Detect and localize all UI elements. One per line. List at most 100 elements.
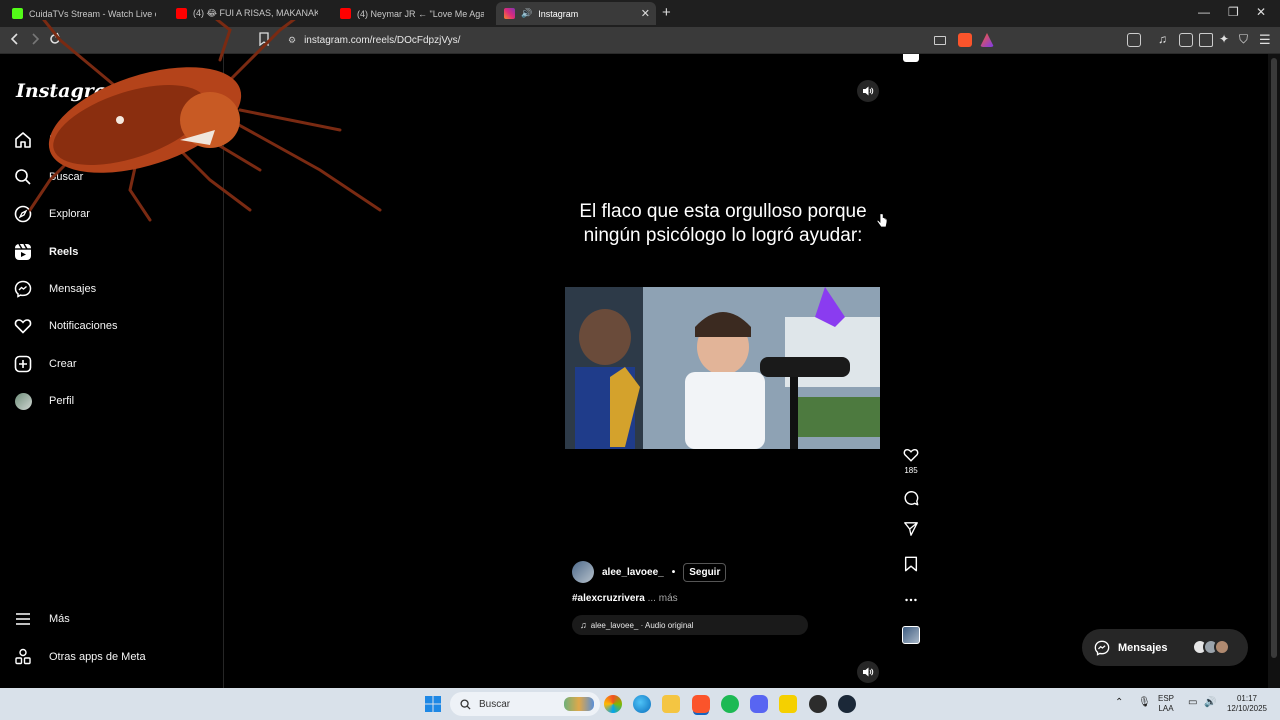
forward-icon[interactable] [29,32,41,49]
tray-chevron-icon[interactable]: ⌃ [1115,698,1123,708]
language-indicator[interactable]: ESP LAA [1158,694,1174,714]
screenshot-icon[interactable] [1127,33,1141,47]
sidebar-item-buscar[interactable]: Buscar [14,163,214,191]
browser-tab-kick[interactable]: CuidaTVs Stream - Watch Live on Kick [4,2,164,25]
scrollbar-thumb[interactable] [1271,58,1277,658]
sidebar-item-otras-apps[interactable]: Otras apps de Meta [14,643,214,671]
sidebar-item-explorar[interactable]: Explorar [14,200,214,228]
speaker-icon: 🔊 [521,8,533,18]
brave-shield-icon[interactable] [958,33,972,47]
heart-icon [14,317,32,335]
sidebar-toggle-icon[interactable] [1179,33,1193,47]
save-action[interactable] [901,556,921,572]
notes-app-icon[interactable] [779,695,797,713]
wallet-icon[interactable] [1199,33,1213,47]
new-tab-button[interactable]: + [662,4,671,21]
discord-app-icon[interactable] [750,695,768,713]
sidebar-item-perfil[interactable]: Perfil [14,387,214,415]
file-explorer-icon[interactable] [662,695,680,713]
close-window-icon[interactable]: ✕ [1256,5,1266,19]
share-action[interactable] [901,521,921,537]
message-avatars [1192,639,1230,655]
microphone-icon[interactable]: 🎙 [1138,698,1151,708]
comment-icon [904,491,919,506]
sidebar-item-label: Más [49,613,70,625]
steam-app-icon[interactable] [838,695,856,713]
address-bar[interactable]: ⚙ instagram.com/reels/DOcFdpzjVys/ [280,30,1000,51]
close-tab-icon[interactable]: ✕ [641,7,650,20]
minimize-icon[interactable]: — [1198,5,1210,19]
avatar [1214,639,1230,655]
audio-label: alee_lavoee_ · Audio original [590,620,694,630]
volume-button[interactable] [857,80,879,102]
more-link[interactable]: ... más [648,593,678,604]
sidebar-item-notificaciones[interactable]: Notificaciones [14,312,214,340]
instagram-sidebar: Instagram Inicio Buscar Explorar Reels M… [0,54,224,688]
menu-icon[interactable]: ☰ [1259,32,1271,48]
browser-tab-bar: CuidaTVs Stream - Watch Live on Kick (4)… [0,0,1280,27]
obs-app-icon[interactable] [809,695,827,713]
leo-ai-icon[interactable]: ✦ [1219,32,1229,46]
compass-icon [14,205,32,223]
clock[interactable]: 01:17 12/10/2025 [1222,694,1272,714]
edge-app-icon[interactable] [633,695,651,713]
copilot-app-icon[interactable] [604,695,622,713]
heart-icon [903,448,919,462]
sidebar-item-label: Perfil [49,395,75,407]
separator: • [671,566,676,578]
vpn-shield-icon[interactable]: ⛉ [1239,32,1248,47]
sidebar-item-label: Explorar [49,208,90,220]
sidebar-item-mas[interactable]: Más [14,605,214,633]
reel-caption: El flaco que esta orgulloso porque ningú… [579,201,867,246]
browser-tab-youtube-2[interactable]: (4) Neymar JR ← "Love Me Again" - J [332,2,492,25]
reload-icon[interactable] [48,32,62,49]
comment-action[interactable] [901,490,921,506]
reel-video-frame[interactable] [565,287,880,449]
kick-favicon-icon [12,8,23,19]
author-avatar[interactable] [572,561,594,583]
messages-float-button[interactable]: Mensajes [1082,629,1248,666]
messages-label: Mensajes [1118,641,1168,654]
like-action[interactable]: 185 [901,447,921,475]
spotify-app-icon[interactable] [721,695,739,713]
sidebar-item-reels[interactable]: Reels [14,238,214,266]
sidebar-item-label: Inicio [49,134,75,146]
windows-taskbar: Buscar ⌃ 🎙 ESP LAA ▭ 🔊 01:17 12/10/2025 [0,688,1280,720]
hashtag-link[interactable]: #alexcruzrivera [572,593,645,604]
restore-icon[interactable]: ❐ [1228,5,1239,19]
instagram-logo[interactable]: Instagram [16,80,126,102]
site-info-icon[interactable]: ⚙ [288,35,296,46]
youtube-favicon-icon [176,8,187,19]
hand-cursor-icon [876,213,888,228]
plus-square-icon [14,355,32,373]
messenger-icon [1094,640,1110,656]
sidebar-item-crear[interactable]: Crear [14,350,214,378]
browser-tab-youtube-1[interactable]: (4) 😂 FUI A RISAS, MAKANAKY Y EL [168,2,326,25]
bookmark-icon [904,556,918,572]
author-username[interactable]: alee_lavoee_ [602,567,664,578]
brave-app-icon[interactable] [692,695,710,713]
sidebar-item-label: Buscar [49,171,84,183]
browser-tab-instagram[interactable]: 🔊 Instagram ✕ [496,2,656,25]
network-icon[interactable]: ▭ [1188,698,1197,708]
follow-button[interactable]: Seguir [683,562,727,582]
bookmark-icon[interactable] [258,32,270,49]
send-icon [904,522,918,536]
sidebar-item-label: Otras apps de Meta [49,651,146,663]
like-count: 185 [904,466,918,475]
audio-pill[interactable]: ♫ alee_lavoee_ · Audio original [572,615,808,635]
sidebar-item-mensajes[interactable]: Mensajes [14,275,214,303]
volume-icon[interactable]: 🔊 [1204,698,1216,708]
more-dots-icon [905,598,917,602]
sidebar-item-inicio[interactable]: Inicio [14,126,214,154]
music-icon[interactable]: ♫ [1158,32,1167,46]
menu-icon [14,610,32,628]
volume-button-bottom[interactable] [857,661,879,683]
more-options-action[interactable] [901,592,921,608]
taskbar-search[interactable]: Buscar [450,692,600,716]
cast-icon[interactable] [934,36,946,45]
windows-start-icon[interactable] [425,696,441,712]
back-icon[interactable] [9,32,21,49]
audio-thumbnail[interactable] [901,626,921,644]
reel-options-icon[interactable] [903,54,919,62]
